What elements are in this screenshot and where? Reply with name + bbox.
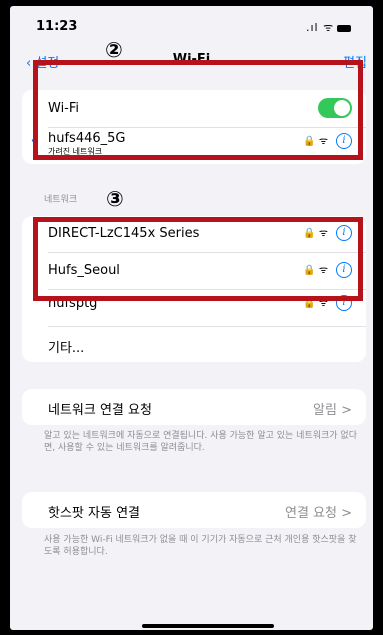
hotspot-footnote: 사용 가능한 Wi-Fi 네트워크가 없을 때 이 기기가 자동으로 근처 개인… [44,535,357,557]
hotspot-label: 핫스팟 자동 연결 [48,506,140,521]
status-time: 11:23 [36,19,78,34]
status-icons: .ıl ᯤ [306,20,352,35]
ask-to-join-row[interactable]: 네트워크 연결 요청 알림 > [22,389,366,425]
highlight-box-networks [33,217,363,301]
annotation-marker-2: ② [105,38,123,62]
hotspot-value: 연결 요청 > [285,506,352,521]
home-indicator [142,624,274,628]
annotation-marker-3: ③ [106,187,124,211]
ask-to-join-group: 네트워크 연결 요청 알림 > [22,389,366,425]
battery-icon [337,24,352,32]
other-network-label: 기타... [48,341,85,356]
phone-screen: 11:23 .ıl ᯤ ‹ 설정 Wi-Fi 편집 ② Wi-Fi ✓ hufs… [10,6,373,630]
signal-wifi-icons: .ıl ᯤ [306,21,335,34]
hotspot-group: 핫스팟 자동 연결 연결 요청 > [22,492,366,528]
other-network-row[interactable]: 기타... [22,327,366,362]
ask-to-join-value: 알림 > [313,403,352,418]
auto-join-hotspot-row[interactable]: 핫스팟 자동 연결 연결 요청 > [22,492,366,528]
networks-section-header: 네트워크 [44,195,78,205]
ask-to-join-label: 네트워크 연결 요청 [48,403,152,418]
ask-to-join-footnote: 알고 있는 네트워크에 자동으로 연결됩니다. 사용 가능한 알고 있는 네트워… [44,431,357,453]
highlight-box-current [33,60,363,160]
